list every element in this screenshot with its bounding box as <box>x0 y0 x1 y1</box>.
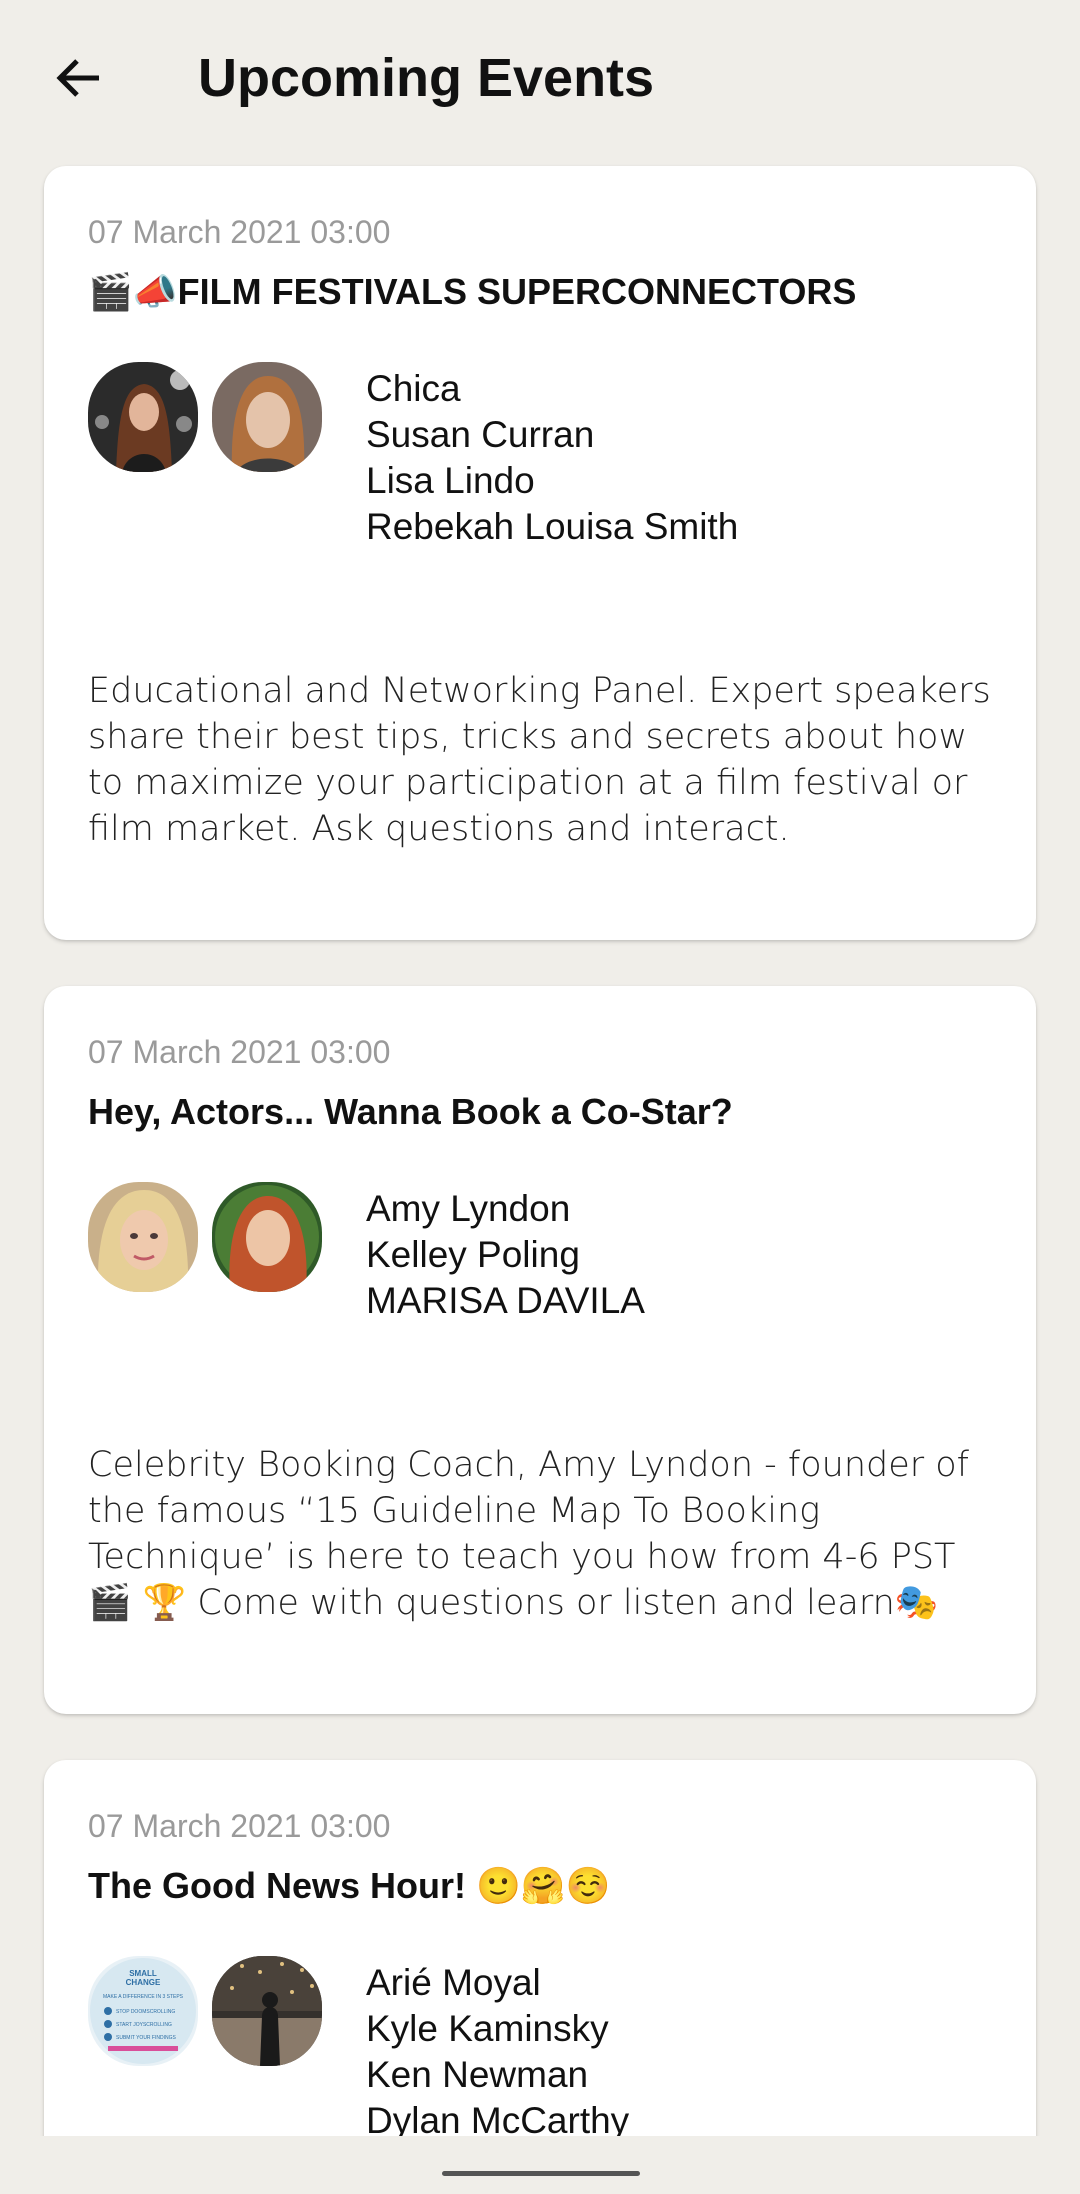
host-name: Ken Newman <box>366 2054 589 2095</box>
avatar-text: MAKE A DIFFERENCE IN 3 STEPS <box>103 1994 184 2000</box>
home-indicator[interactable] <box>442 2171 640 2176</box>
host-name: Kelley Poling <box>366 1234 580 1275</box>
host-name: Dylan McCarthy <box>366 2100 630 2136</box>
event-card[interactable]: 07 March 2021 03:00 🎬📣FILM FESTIVALS SUP… <box>44 166 1036 940</box>
event-title: The Good News Hour! 🙂🤗☺️ <box>88 1864 611 1908</box>
event-description: Celebrity Booking Coach, Amy Lyndon - fo… <box>88 1445 969 1623</box>
event-title-text: The Good News Hour! <box>88 1865 466 1906</box>
back-button[interactable] <box>44 44 112 112</box>
host-name: Rebekah Louisa Smith <box>366 506 739 547</box>
host-names: Arié Moyal Kyle Kaminsky Ken Newman Dyla… <box>366 1960 629 2136</box>
event-date: 07 March 2021 03:00 <box>88 214 391 250</box>
host-name: Arié Moyal <box>366 1962 541 2003</box>
avatar-text: SUBMIT YOUR FINDINGS <box>116 2035 176 2041</box>
host-name: Kyle Kaminsky <box>366 2008 609 2049</box>
event-date: 07 March 2021 03:00 <box>88 1034 391 1070</box>
event-card[interactable]: 07 March 2021 03:00 Hey, Actors... Wanna… <box>44 986 1036 1714</box>
event-title: 🎬📣FILM FESTIVALS SUPERCONNECTORS <box>88 270 856 314</box>
top-app-bar: Upcoming Events <box>0 0 1080 150</box>
avatar-text: START JOYSCROLLING <box>116 2022 172 2028</box>
host-name: Lisa Lindo <box>366 460 535 501</box>
event-description: Educational and Networking Panel. Expert… <box>88 671 991 849</box>
avatar-text: STOP DOOMSCROLLING <box>116 2009 175 2015</box>
smiley-emojis: 🙂🤗☺️ <box>476 1865 611 1906</box>
host-avatar[interactable] <box>212 1182 322 1292</box>
host-avatar[interactable] <box>212 1956 322 2066</box>
avatar-text: SMALL <box>129 1969 157 1978</box>
event-card[interactable]: 07 March 2021 03:00 The Good News Hour! … <box>44 1760 1036 2136</box>
events-feed[interactable]: 07 March 2021 03:00 🎬📣FILM FESTIVALS SUP… <box>0 0 1080 2136</box>
page-title: Upcoming Events <box>198 48 655 108</box>
host-avatar[interactable]: SMALL CHANGE MAKE A DIFFERENCE IN 3 STEP… <box>88 1956 198 2066</box>
host-avatar[interactable] <box>88 362 198 472</box>
clapper-megaphone-emoji: 🎬📣 <box>88 271 178 312</box>
host-name: Amy Lyndon <box>366 1188 571 1229</box>
host-name: MARISA DAVILA <box>366 1280 645 1321</box>
event-date: 07 March 2021 03:00 <box>88 1808 391 1844</box>
host-names: Chica Susan Curran Lisa Lindo Rebekah Lo… <box>366 366 738 550</box>
avatar-text: CHANGE <box>126 1978 161 1987</box>
host-avatar[interactable] <box>212 362 322 472</box>
host-name: Chica <box>366 368 461 409</box>
host-names: Amy Lyndon Kelley Poling MARISA DAVILA <box>366 1186 645 1324</box>
arrow-left-icon <box>56 59 99 97</box>
host-avatar[interactable] <box>88 1182 198 1292</box>
host-name: Susan Curran <box>366 414 595 455</box>
event-title-text: FILM FESTIVALS SUPERCONNECTORS <box>177 271 857 312</box>
event-title: Hey, Actors... Wanna Book a Co-Star? <box>88 1091 733 1132</box>
